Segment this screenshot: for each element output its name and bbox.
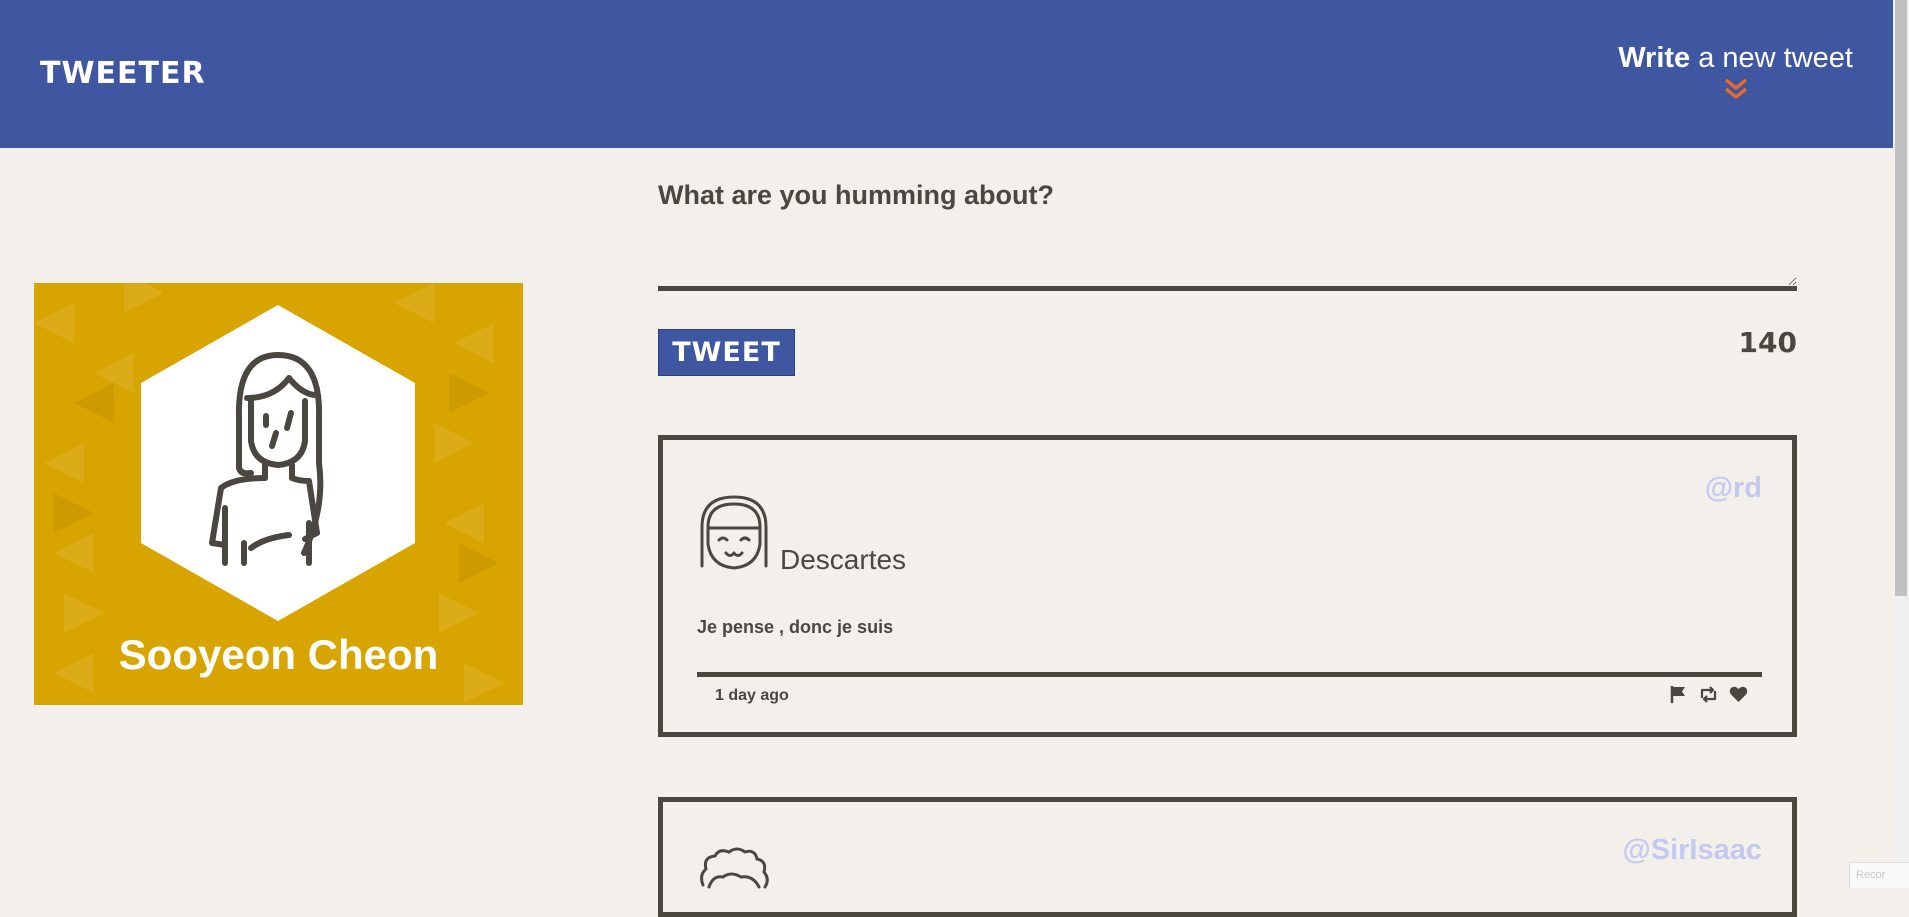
tweet-handle: @SirIsaac [1622,834,1762,866]
tweet-card: @rd Descartes Je pense , donc je suis 1 … [658,435,1797,737]
character-counter: 140 [1738,326,1797,359]
tweet-handle: @rd [1704,472,1762,504]
compose-prompt-label: What are you humming about? [658,180,1054,210]
scrollbar-thumb[interactable] [1895,0,1907,596]
author-avatar-icon [700,847,769,889]
profile-name: Sooyeon Cheon [118,631,439,678]
tweet-text: Je pense , donc je suis [697,617,894,637]
profile-avatar [141,305,415,621]
tweet-author-name: Descartes [780,544,907,575]
top-navbar: TWEETER Write a new tweet [0,0,1893,148]
heart-icon[interactable] [1729,685,1748,704]
retweet-icon[interactable] [1699,685,1718,704]
tweet-card: @SirIsaac [658,797,1797,917]
tweet-button[interactable]: TWEET [658,329,795,376]
tweet-textarea[interactable] [658,231,1797,291]
write-new-tweet-label: Write a new tweet [1618,42,1853,75]
vertical-scrollbar[interactable] [1893,0,1909,888]
compose-section: What are you humming about? [658,180,1797,291]
write-new-tweet-toggle[interactable]: Write a new tweet [1618,42,1853,101]
double-chevron-down-icon[interactable] [1723,77,1749,101]
tweet-actions [1669,685,1748,704]
brand-logo[interactable]: TWEETER [40,56,206,91]
corner-widget: Recor [1849,862,1909,888]
tweet-timestamp: 1 day ago [715,687,789,704]
flag-icon[interactable] [1669,685,1688,704]
author-avatar-icon [700,495,768,570]
profile-card: Sooyeon Cheon [34,283,523,705]
tweet-divider [697,672,1762,677]
write-label-rest: a new tweet [1690,42,1853,74]
write-label-bold: Write [1618,42,1691,74]
